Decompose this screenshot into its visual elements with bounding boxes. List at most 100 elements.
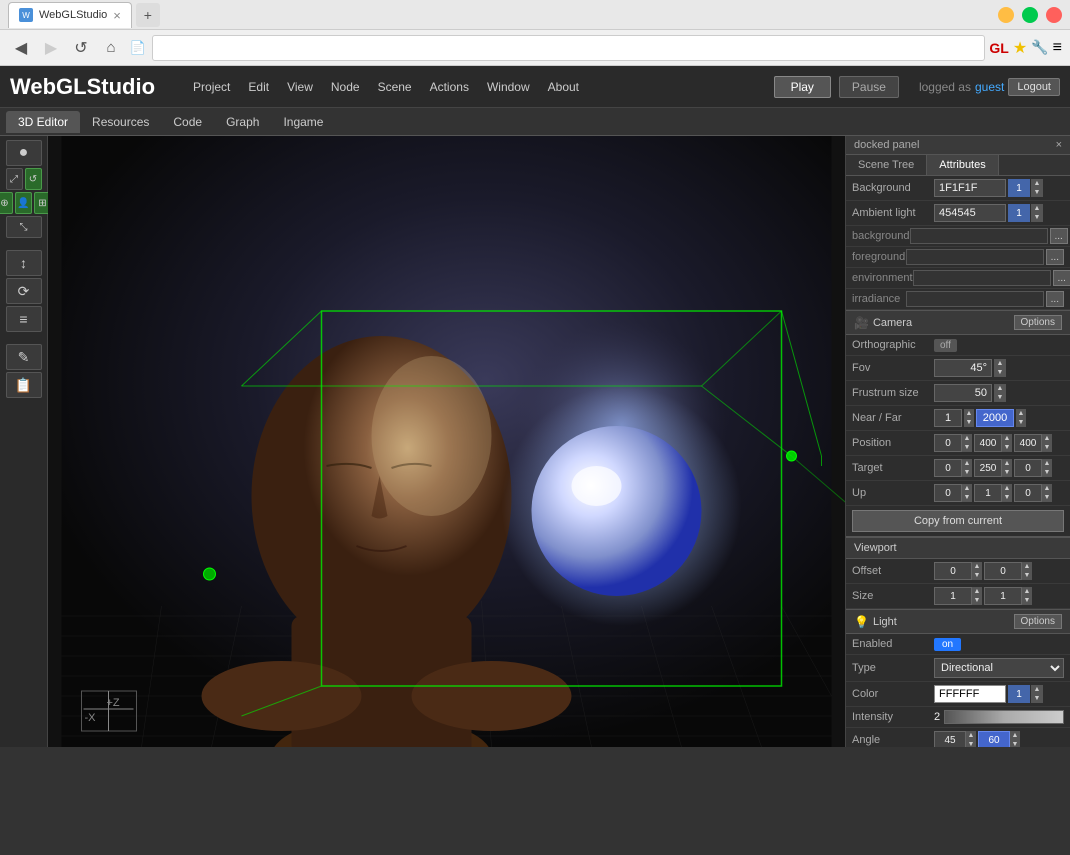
menu-actions[interactable]: Actions <box>422 77 477 97</box>
angle-val2[interactable] <box>978 731 1010 747</box>
transform-tool[interactable]: ↕ <box>6 250 42 276</box>
intensity-row: Intensity 2 <box>846 707 1070 728</box>
menu-window[interactable]: Window <box>479 77 538 97</box>
tab-3deditor[interactable]: 3D Editor <box>6 111 80 133</box>
pause-button[interactable]: Pause <box>839 76 899 98</box>
refresh-btn[interactable]: ↺ <box>68 35 94 61</box>
panel-close-icon[interactable]: × <box>1056 139 1062 151</box>
frustrum-down[interactable]: ▼ <box>994 393 1006 402</box>
size-y[interactable] <box>984 587 1022 605</box>
ambient-mult-btn[interactable]: 1 <box>1008 204 1030 222</box>
tgt-y[interactable] <box>974 459 1002 477</box>
move-tool[interactable]: ⤢ <box>6 168 23 190</box>
orbit-tool[interactable]: ⟳ <box>6 278 42 304</box>
background-mult-btn[interactable]: 1 <box>1008 179 1030 197</box>
play-button[interactable]: Play <box>774 76 831 98</box>
tab-graph[interactable]: Graph <box>214 111 271 133</box>
up-x[interactable] <box>934 484 962 502</box>
environment-btn[interactable]: ... <box>1053 270 1070 286</box>
scene-svg: -X +Z <box>48 136 845 747</box>
size-label: Size <box>852 590 934 602</box>
viewport[interactable]: -X +Z <box>48 136 845 747</box>
bg-env-input[interactable] <box>910 228 1048 244</box>
tab-attributes[interactable]: Attributes <box>927 155 998 175</box>
home-btn[interactable]: ⌂ <box>98 35 124 61</box>
menu-scene[interactable]: Scene <box>370 77 420 97</box>
size-x[interactable] <box>934 587 972 605</box>
up-y[interactable] <box>974 484 1002 502</box>
browser-tab[interactable]: W WebGLStudio × <box>8 2 132 28</box>
extensions-icon[interactable]: 🔧 <box>1031 39 1048 56</box>
far-up[interactable]: ▲ <box>1016 409 1026 418</box>
rotate-tool[interactable]: ↺ <box>25 168 42 190</box>
type-select[interactable]: Directional <box>934 658 1064 678</box>
fov-up[interactable]: ▲ <box>994 359 1006 368</box>
address-bar[interactable] <box>152 35 985 61</box>
menu-project[interactable]: Project <box>185 77 238 97</box>
frustrum-input[interactable] <box>934 384 992 402</box>
close-btn[interactable] <box>1046 7 1062 23</box>
intensity-bar[interactable] <box>944 710 1064 724</box>
offset-x[interactable] <box>934 562 972 580</box>
ambient-spinner[interactable]: ▲ ▼ <box>1031 204 1043 222</box>
layers-tool[interactable]: ≡ <box>6 306 42 332</box>
tgt-z[interactable] <box>1014 459 1042 477</box>
cursor-tool[interactable]: ✎ <box>6 344 42 370</box>
menu-node[interactable]: Node <box>323 77 368 97</box>
near-down[interactable]: ▼ <box>964 418 974 427</box>
person-tool[interactable]: 👤 <box>15 192 32 214</box>
camera-options-btn[interactable]: Options <box>1014 315 1062 330</box>
background-spinner[interactable]: ▲ ▼ <box>1031 179 1043 197</box>
select-tool[interactable]: ● <box>6 140 42 166</box>
pos-z[interactable] <box>1014 434 1042 452</box>
far-input[interactable] <box>976 409 1014 427</box>
environment-input[interactable] <box>913 270 1051 286</box>
irradiance-btn[interactable]: ... <box>1046 291 1064 307</box>
forward-btn[interactable]: ▶ <box>38 35 64 61</box>
fg-env-btn[interactable]: ... <box>1046 249 1064 265</box>
bg-env-btn[interactable]: ... <box>1050 228 1068 244</box>
back-btn[interactable]: ◀ <box>8 35 34 61</box>
angle-val1[interactable] <box>934 731 966 747</box>
logout-button[interactable]: Logout <box>1008 78 1060 96</box>
menu-about[interactable]: About <box>540 77 587 97</box>
expand-tool[interactable]: ⤡ <box>6 216 42 238</box>
offset-y[interactable] <box>984 562 1022 580</box>
tab-scene-tree[interactable]: Scene Tree <box>846 155 927 175</box>
tab-code[interactable]: Code <box>161 111 214 133</box>
tab-resources[interactable]: Resources <box>80 111 161 133</box>
ortho-toggle[interactable]: off <box>934 339 957 352</box>
tgt-x[interactable] <box>934 459 962 477</box>
minimize-btn[interactable] <box>998 7 1014 23</box>
copy-from-current-btn[interactable]: Copy from current <box>852 510 1064 532</box>
fov-input[interactable] <box>934 359 992 377</box>
fov-down[interactable]: ▼ <box>994 368 1006 377</box>
frustrum-up[interactable]: ▲ <box>994 384 1006 393</box>
pos-y[interactable] <box>974 434 1002 452</box>
viewport-section-label: Viewport <box>854 542 897 554</box>
maximize-btn[interactable] <box>1022 7 1038 23</box>
pos-x[interactable] <box>934 434 962 452</box>
ambient-color-input[interactable] <box>934 204 1006 222</box>
star-icon[interactable]: ★ <box>1013 38 1027 58</box>
up-row: Up ▲▼ ▲▼ ▲▼ <box>846 481 1070 506</box>
menu-icon[interactable]: ≡ <box>1053 39 1062 57</box>
near-input[interactable] <box>934 409 962 427</box>
light-color-mult[interactable]: 1 <box>1008 685 1030 703</box>
enabled-toggle[interactable]: on <box>934 638 961 651</box>
new-tab-btn[interactable]: + <box>136 3 160 27</box>
fg-env-input[interactable] <box>906 249 1044 265</box>
tab-ingame[interactable]: Ingame <box>271 111 335 133</box>
scale-tool[interactable]: ⊕ <box>0 192 13 214</box>
irradiance-input[interactable] <box>906 291 1044 307</box>
light-options-btn[interactable]: Options <box>1014 614 1062 629</box>
up-z[interactable] <box>1014 484 1042 502</box>
menu-edit[interactable]: Edit <box>240 77 277 97</box>
near-up[interactable]: ▲ <box>964 409 974 418</box>
info-tool[interactable]: 📋 <box>6 372 42 398</box>
light-color-input[interactable] <box>934 685 1006 703</box>
background-color-input[interactable] <box>934 179 1006 197</box>
tab-close-btn[interactable]: × <box>113 8 121 23</box>
menu-view[interactable]: View <box>279 77 321 97</box>
far-down[interactable]: ▼ <box>1016 418 1026 427</box>
